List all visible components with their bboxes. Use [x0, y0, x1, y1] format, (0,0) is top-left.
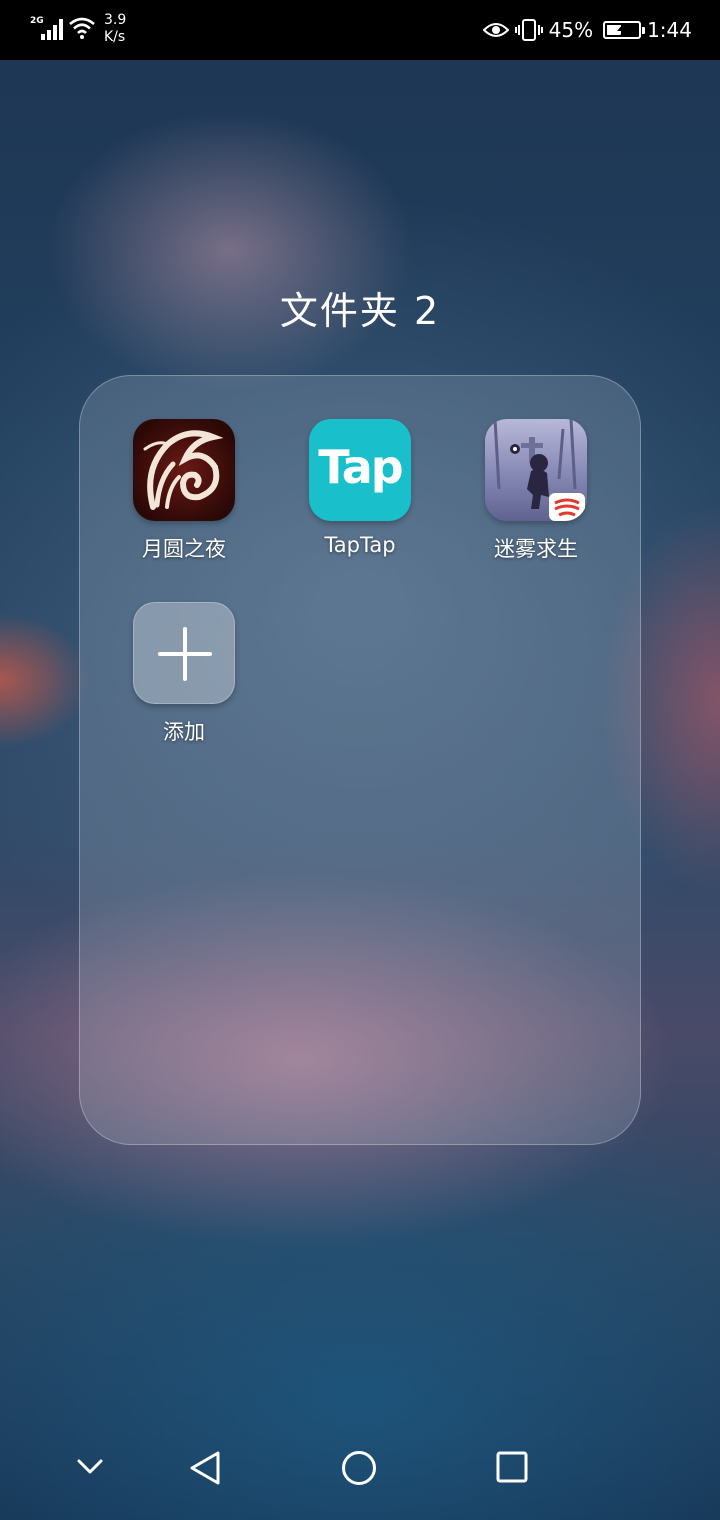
app-label: 月圆之夜: [142, 537, 226, 561]
app-label: TapTap: [324, 533, 396, 557]
plus-icon: [158, 627, 212, 681]
back-icon[interactable]: [188, 1450, 224, 1486]
recents-icon[interactable]: [495, 1450, 529, 1484]
add-label: 添加: [163, 720, 205, 744]
app-moon-night[interactable]: 月圆之夜: [109, 419, 259, 563]
moon-night-app-icon[interactable]: [133, 419, 235, 521]
navigation-bar: [0, 1430, 720, 1520]
app-taptap[interactable]: Tap TapTap: [285, 419, 435, 557]
battery-charging-icon: [603, 21, 646, 39]
eye-comfort-icon: [482, 23, 509, 37]
app-fog-survival[interactable]: 迷雾求生: [461, 419, 611, 563]
clock: 1:44: [647, 18, 692, 42]
add-tile[interactable]: [133, 602, 235, 704]
app-label: 迷雾求生: [494, 537, 578, 561]
add-app-button[interactable]: 添加: [109, 602, 259, 746]
taptap-app-icon[interactable]: Tap: [309, 419, 411, 521]
battery-percent: 45%: [548, 18, 594, 42]
wifi-icon: [69, 17, 95, 39]
vibrate-icon: [514, 19, 543, 41]
collapse-icon[interactable]: [74, 1450, 106, 1482]
status-bar: 2G 3.9 K/s 45% 1:44: [0, 0, 720, 60]
home-icon[interactable]: [341, 1450, 377, 1486]
fog-survival-app-icon[interactable]: [485, 419, 587, 521]
folder-title[interactable]: 文件夹 2: [0, 280, 720, 335]
folder-panel: 月圆之夜 Tap TapTap 迷雾求生 添加: [79, 375, 641, 1145]
taptap-logo-text: Tap: [318, 440, 403, 494]
net-speed: 3.9 K/s: [104, 12, 127, 45]
signal-icon: [41, 18, 65, 40]
status-right: 45% 1:44: [482, 0, 692, 60]
